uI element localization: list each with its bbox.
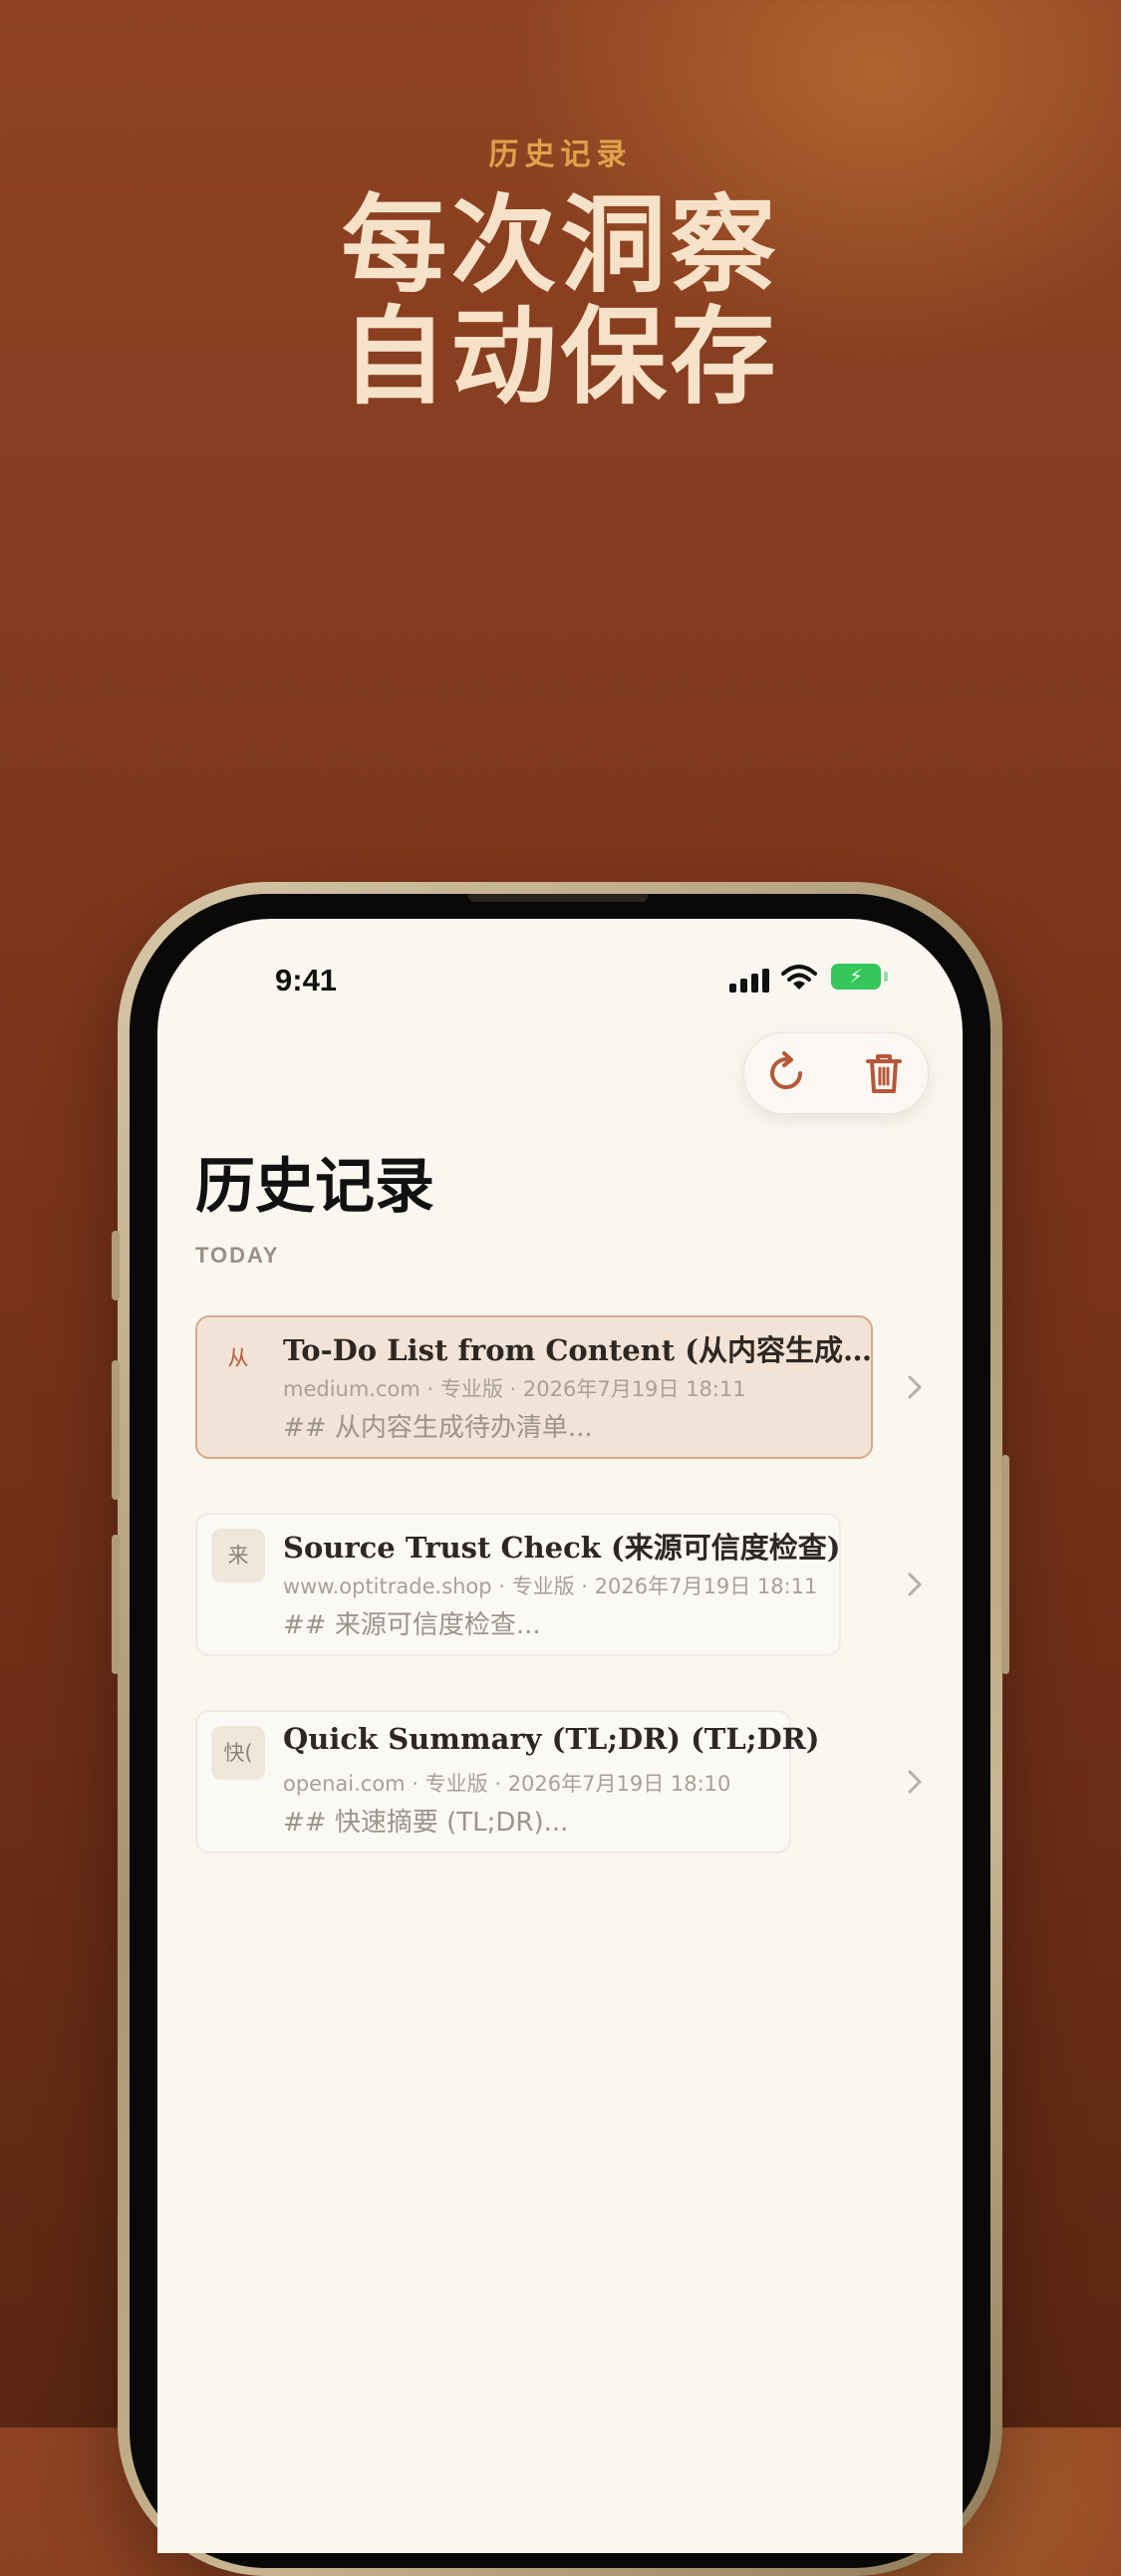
status-time: 9:41 — [275, 963, 338, 998]
chevron-right-icon[interactable] — [903, 1372, 927, 1402]
refresh-icon — [770, 1051, 802, 1089]
history-item-preview: ## 从内容生成待办清单... — [283, 1413, 593, 1443]
battery-cap — [884, 972, 888, 982]
history-item-preview: ## 快速摘要 (TL;DR)... — [283, 1808, 569, 1838]
phone-volume-down-button — [112, 1535, 120, 1674]
phone-volume-up-button — [112, 1360, 120, 1500]
promo-headline: 每次洞察 自动保存 — [0, 189, 1121, 413]
history-item[interactable]: 从 To-Do List from Content (从内容生成… medium… — [195, 1315, 873, 1459]
history-item-avatar: 从 — [227, 1346, 249, 1370]
history-item[interactable]: 快( Quick Summary (TL;DR) (TL;DR) openai.… — [195, 1710, 819, 1854]
history-item-meta: medium.com · 专业版 · 2026年7月19日 18:11 — [283, 1377, 746, 1401]
phone-power-button — [1001, 1455, 1009, 1674]
history-item-preview: ## 来源可信度检查... — [283, 1610, 541, 1640]
trash-icon — [866, 1054, 902, 1093]
history-item-meta: openai.com · 专业版 · 2026年7月19日 18:10 — [283, 1772, 731, 1796]
history-item-title: To-Do List from Content (从内容生成… — [283, 1333, 872, 1367]
phone-speaker — [468, 894, 648, 902]
cellular-signal-icon — [729, 967, 771, 993]
history-item[interactable]: 来 Source Trust Check (来源可信度检查) www.optit… — [195, 1513, 841, 1656]
section-header-today: TODAY — [195, 1243, 280, 1268]
wifi-icon — [781, 964, 817, 992]
history-item-avatar: 来 — [211, 1529, 265, 1582]
battery-charging-icon: ⚡ — [831, 964, 881, 990]
phone-mute-switch — [112, 1231, 120, 1300]
app-screen: 9:41 ⚡ 历史记录 TODAY 从 To-Do List from Cont… — [157, 919, 963, 2553]
history-item-avatar: 快( — [211, 1726, 265, 1780]
history-item-title: Quick Summary (TL;DR) (TL;DR) — [283, 1722, 820, 1756]
history-item-meta: www.optitrade.shop · 专业版 · 2026年7月19日 18… — [283, 1574, 818, 1598]
promo-headline-line-2: 自动保存 — [341, 294, 780, 419]
delete-all-button[interactable] — [858, 1047, 910, 1099]
promo-headline-line-1: 每次洞察 — [341, 182, 780, 307]
history-toolbar — [743, 1032, 929, 1114]
history-item-title: Source Trust Check (来源可信度检查) — [283, 1531, 841, 1565]
page-title: 历史记录 — [195, 1152, 434, 1222]
chevron-right-icon[interactable] — [903, 1570, 927, 1599]
chevron-right-icon[interactable] — [903, 1767, 927, 1797]
refresh-button[interactable] — [760, 1047, 812, 1099]
promo-eyebrow: 历史记录 — [488, 138, 633, 172]
